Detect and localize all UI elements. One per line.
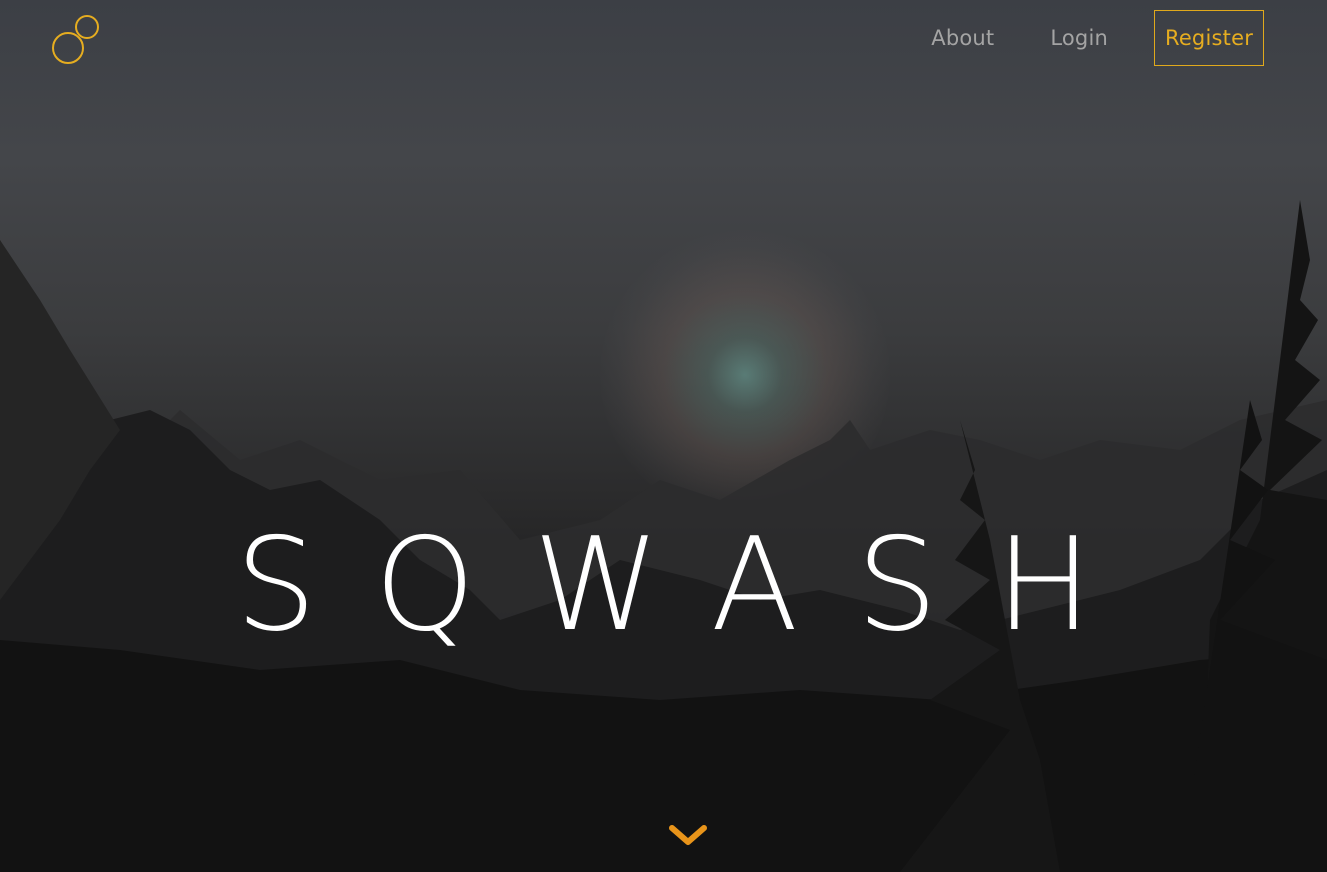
mountain-silhouette	[0, 200, 1327, 872]
about-link[interactable]: About	[931, 26, 994, 50]
hero-section: About Login Register SQWASH	[0, 0, 1327, 872]
top-nav: About Login Register	[931, 9, 1264, 67]
login-link[interactable]: Login	[1050, 26, 1108, 50]
register-button[interactable]: Register	[1154, 10, 1264, 66]
chevron-down-icon[interactable]	[668, 822, 708, 850]
hero-title: SQWASH	[235, 510, 1150, 660]
logo-icon[interactable]	[48, 10, 104, 66]
